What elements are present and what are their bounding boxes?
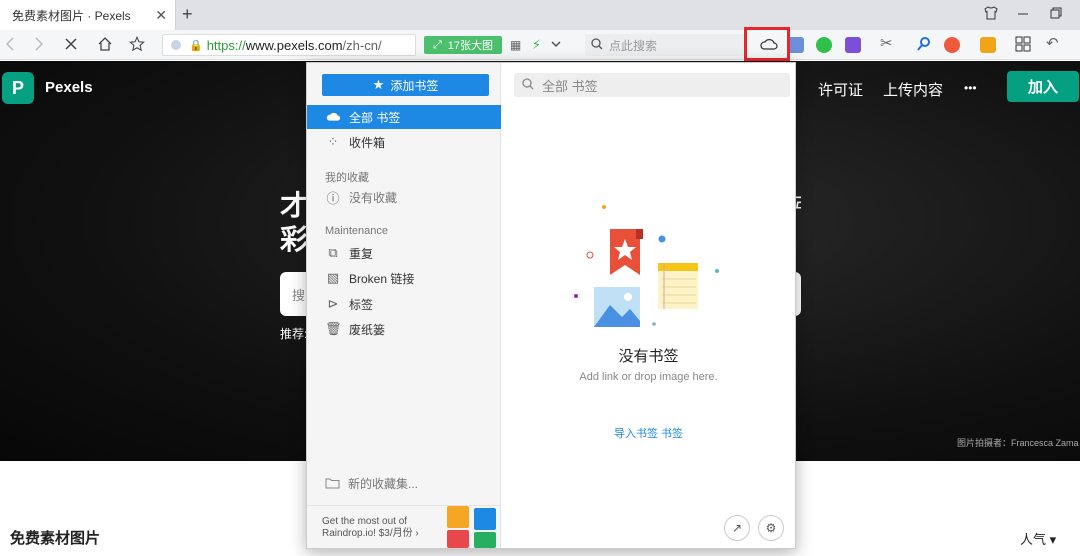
url-path: /zh-cn/ bbox=[342, 37, 382, 53]
close-icon[interactable]: ✕ bbox=[155, 7, 167, 24]
sidebar-item-duplicates[interactable]: ⧉ 重复 bbox=[307, 241, 501, 265]
lock-icon: 🔒 bbox=[189, 39, 203, 52]
raindrop-main-pane: 全部 书签 没有书签 Add link or drop image here. bbox=[502, 63, 795, 548]
raindrop-sidebar: ★ 添加书签 全部 书签 ⁘ 收件箱 我的收藏 ⓘ 没有收藏 Maintenan… bbox=[307, 63, 501, 548]
tab-title: 免费素材图片 · Pexels bbox=[12, 8, 131, 23]
folder-icon bbox=[325, 476, 340, 492]
sidebar-item-label: 收件箱 bbox=[349, 135, 386, 150]
inbox-icon: ⁘ bbox=[327, 134, 339, 149]
sidebar-item-tags[interactable]: ⊳ 标签 bbox=[307, 292, 501, 316]
cloud-icon bbox=[325, 110, 341, 125]
sidebar-item-label: 废纸篓 bbox=[349, 322, 386, 337]
gamepad-icon[interactable] bbox=[944, 37, 960, 53]
browser-search-placeholder: 点此搜索 bbox=[609, 38, 658, 53]
expand-icon: ⤢ bbox=[432, 38, 442, 51]
sidebar-item-inbox[interactable]: ⁘ 收件箱 bbox=[307, 130, 501, 154]
search-icon bbox=[591, 37, 603, 53]
join-button[interactable]: 加入 bbox=[1007, 71, 1079, 102]
sidebar-item-label: 重复 bbox=[349, 246, 374, 261]
sidebar-item-trash[interactable]: 🗑 废纸篓 bbox=[307, 317, 501, 341]
promo-tile-icon bbox=[447, 530, 469, 548]
scissors-icon[interactable]: ✂ bbox=[880, 35, 893, 53]
tab-bar: 免费素材图片 · Pexels ✕ + bbox=[0, 0, 1080, 30]
wechat-ext-icon[interactable] bbox=[816, 37, 832, 53]
browser-search-input[interactable]: 点此搜索 bbox=[585, 34, 745, 56]
image-count-badge[interactable]: ⤢ 17张大图 bbox=[424, 36, 502, 54]
restore-icon[interactable] bbox=[1050, 6, 1062, 22]
undo-icon[interactable]: ↶ bbox=[1046, 35, 1059, 53]
nav-license[interactable]: 许可证 bbox=[818, 79, 863, 100]
translate-ext-icon[interactable] bbox=[788, 37, 804, 53]
address-bar[interactable]: 🔒 https:// www.pexels.com /zh-cn/ bbox=[162, 34, 416, 56]
tag-icon: ⊳ bbox=[327, 296, 339, 311]
maintenance-heading: Maintenance bbox=[325, 225, 388, 237]
sidebar-item-label: 没有收藏 bbox=[349, 190, 398, 205]
forward-icon[interactable] bbox=[33, 36, 45, 57]
new-tab-button[interactable]: + bbox=[182, 4, 193, 25]
sidebar-item-all[interactable]: 全部 书签 bbox=[307, 105, 501, 129]
sidebar-item-label: Broken 链接 bbox=[349, 271, 415, 286]
new-collection-label: 新的收藏集... bbox=[348, 477, 419, 491]
gear-icon: ⚙ bbox=[765, 521, 777, 535]
dropbox-icon bbox=[474, 508, 496, 530]
nav-upload[interactable]: 上传内容 bbox=[883, 79, 943, 100]
settings-button[interactable]: ⚙ bbox=[758, 515, 784, 541]
empty-subtitle: Add link or drop image here. bbox=[579, 371, 718, 383]
stop-icon[interactable] bbox=[64, 36, 78, 57]
sidebar-item-no-collections: ⓘ 没有收藏 bbox=[307, 185, 501, 209]
promo-link[interactable]: Get the most out of Raindrop.io! $3/月份 › bbox=[322, 516, 440, 540]
empty-title: 没有书签 bbox=[618, 348, 679, 365]
new-collection-button[interactable]: 新的收藏集... bbox=[325, 475, 418, 492]
logo-text[interactable]: Pexels bbox=[45, 79, 93, 96]
sort-dropdown[interactable]: 人气 ▾ bbox=[1020, 529, 1056, 548]
yen-ext-icon[interactable] bbox=[980, 37, 996, 53]
star-icon: ★ bbox=[372, 77, 385, 92]
photo-credit[interactable]: 图片拍摄者：Francesca Zama bbox=[957, 436, 1079, 449]
info-icon: ⓘ bbox=[326, 190, 340, 206]
nav-more[interactable]: ••• bbox=[964, 81, 977, 95]
duplicate-icon: ⧉ bbox=[328, 245, 338, 260]
open-external-button[interactable]: ↗ bbox=[724, 515, 750, 541]
nav-bar: 🔒 https:// www.pexels.com /zh-cn/ ⤢ 17张大… bbox=[0, 30, 1080, 60]
broken-link-icon: ▧ bbox=[326, 270, 340, 285]
sidebar-item-label: 全部 书签 bbox=[349, 110, 401, 125]
promo-tile-icon bbox=[474, 532, 496, 548]
trash-icon: 🗑 bbox=[325, 321, 342, 336]
qr-icon[interactable]: ▦ bbox=[510, 36, 521, 54]
bolt-icon[interactable]: ⚡ bbox=[532, 36, 541, 54]
bookmark-search-input[interactable]: 全部 书签 bbox=[514, 73, 790, 97]
highlight-box bbox=[744, 27, 790, 61]
star-icon[interactable] bbox=[128, 36, 146, 57]
chevron-down-icon[interactable] bbox=[550, 36, 562, 57]
bookmark-search-placeholder: 全部 书签 bbox=[542, 78, 598, 94]
raindrop-popup: ★ 添加书签 全部 书签 ⁘ 收件箱 我的收藏 ⓘ 没有收藏 Maintenan… bbox=[306, 62, 796, 549]
sidebar-item-label: 标签 bbox=[349, 297, 374, 312]
section-title: 免费素材图片 bbox=[10, 530, 101, 547]
sidebar-footer: Get the most out of Raindrop.io! $3/月份 › bbox=[307, 505, 501, 548]
promo-tile-icon bbox=[447, 506, 469, 528]
minimize-icon[interactable] bbox=[1017, 6, 1029, 22]
sidebar-item-broken[interactable]: ▧ Broken 链接 bbox=[307, 266, 501, 290]
magnifier-icon[interactable] bbox=[916, 36, 932, 57]
url-protocol: https:// bbox=[206, 37, 246, 53]
pexels-logo[interactable]: P bbox=[2, 72, 34, 104]
search-icon bbox=[522, 77, 534, 93]
import-bookmarks-link[interactable]: 导入书签 书签 bbox=[502, 425, 795, 441]
grid-icon[interactable] bbox=[1015, 36, 1031, 57]
arrow-up-right-icon: ↗ bbox=[731, 521, 743, 535]
add-bookmark-label: 添加书签 bbox=[390, 78, 439, 93]
browser-tab[interactable]: 免费素材图片 · Pexels ✕ bbox=[0, 0, 176, 30]
home-icon[interactable] bbox=[97, 36, 113, 57]
add-bookmark-button[interactable]: ★ 添加书签 bbox=[322, 74, 489, 96]
my-collections-heading: 我的收藏 bbox=[325, 172, 369, 184]
shield-icon bbox=[171, 40, 181, 50]
back-icon[interactable] bbox=[4, 36, 16, 57]
shirt-icon[interactable] bbox=[984, 6, 998, 23]
purple-ext-icon[interactable] bbox=[845, 37, 861, 53]
empty-illustration bbox=[574, 205, 719, 327]
image-count-label: 17张大图 bbox=[447, 40, 494, 52]
url-host: www.pexels.com bbox=[245, 37, 343, 53]
